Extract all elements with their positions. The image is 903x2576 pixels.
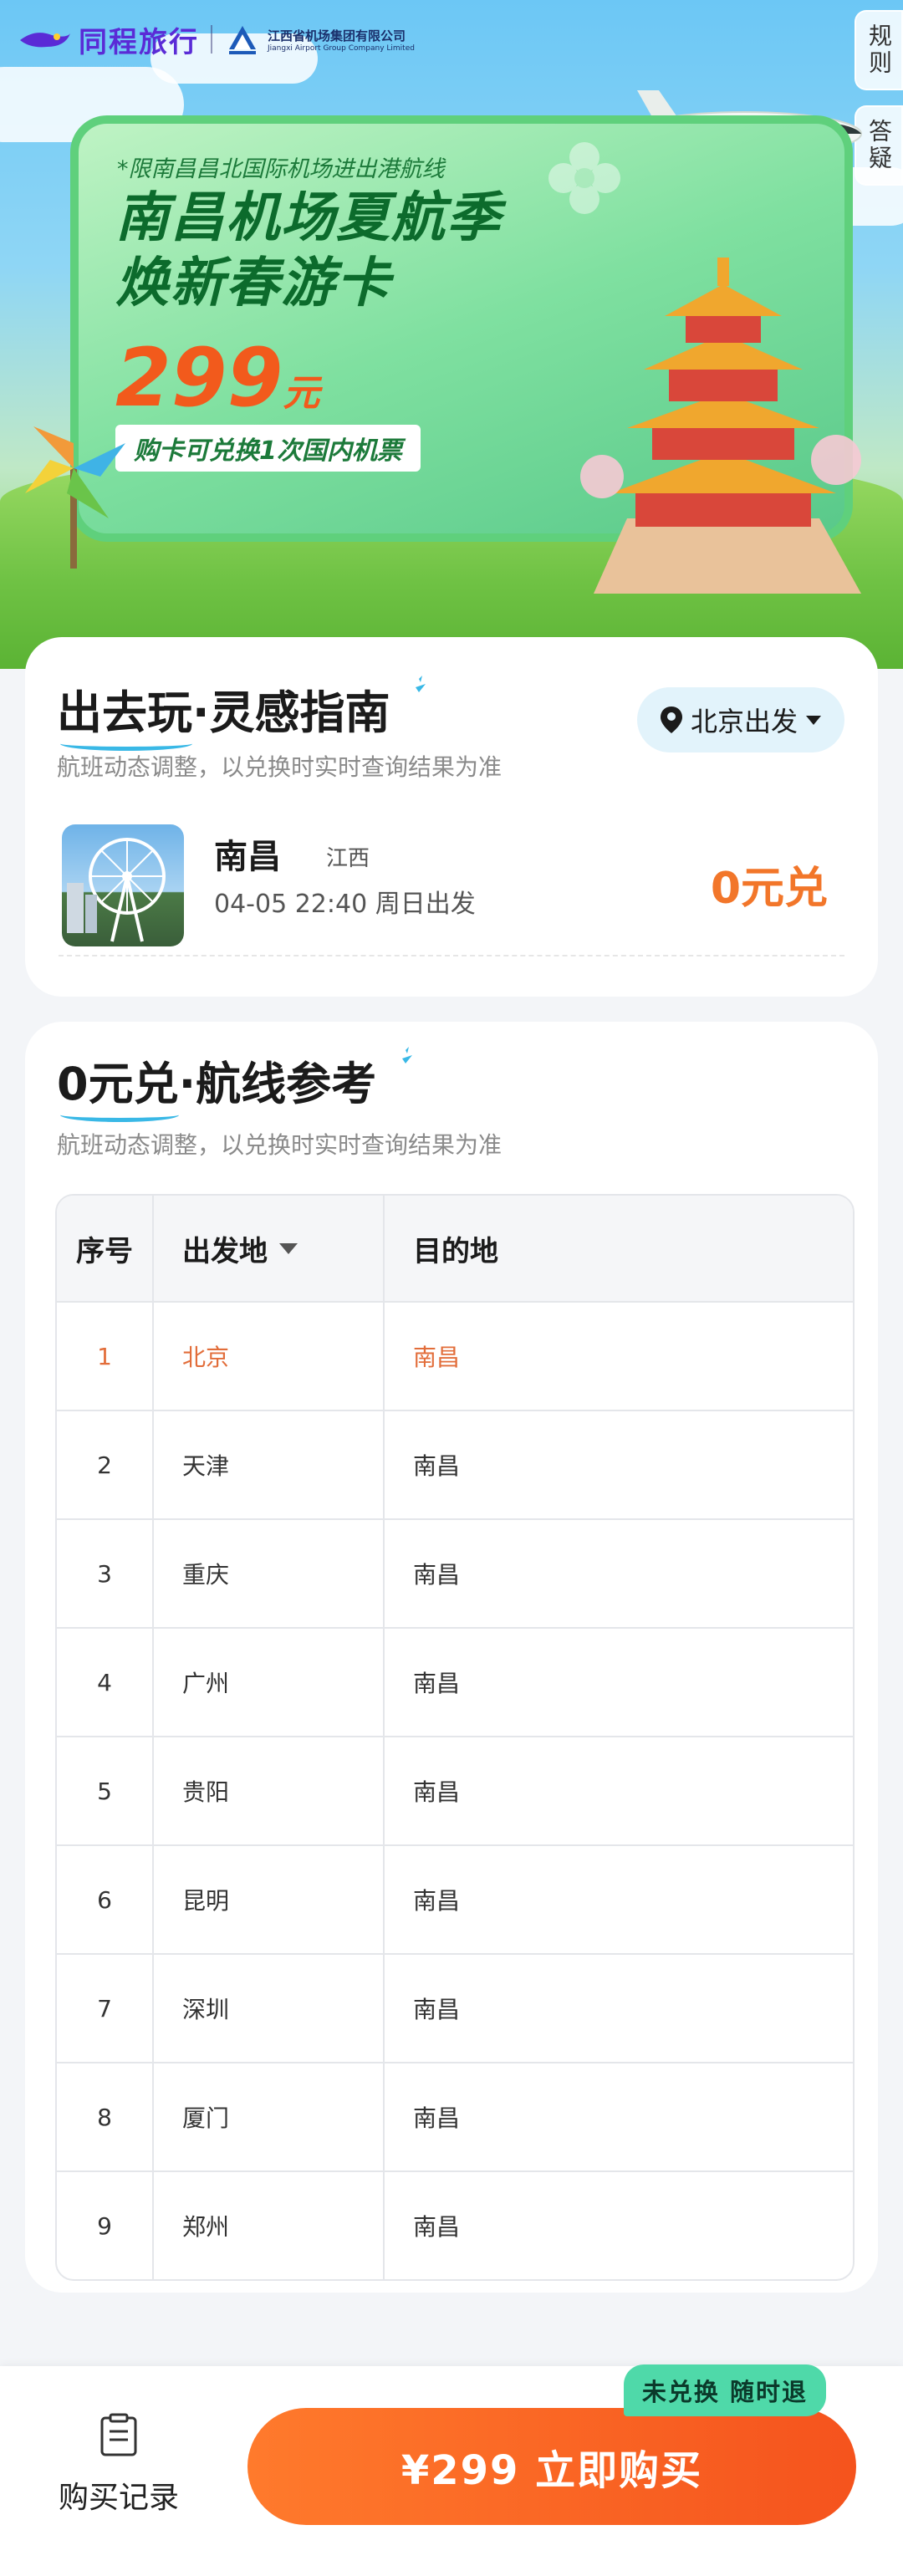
row-to: 南昌	[383, 1629, 853, 1736]
flower-decoration-icon	[548, 142, 620, 214]
row-index: 4	[97, 1668, 112, 1696]
route-item[interactable]: 南昌 江西 04-05 22:40 周日出发 0元兑	[59, 814, 844, 956]
row-from: 深圳	[152, 1955, 383, 2062]
promo-price: 299元	[115, 331, 319, 425]
row-index: 3	[97, 1559, 112, 1588]
row-index: 8	[97, 2103, 112, 2131]
location-pin-icon	[660, 706, 682, 733]
route-city: 南昌	[214, 838, 281, 876]
row-to: 南昌	[383, 1520, 853, 1627]
sparkle-icon	[401, 1047, 412, 1064]
pinwheel-icon	[25, 426, 125, 569]
route-departure-time: 04-05 22:40 周日出发	[214, 890, 476, 919]
row-to: 南昌	[383, 1955, 853, 2062]
routes-title: 0元兑·航线参考	[57, 1047, 419, 1113]
promo-note: *限南昌昌北国际机场进出港航线	[117, 156, 445, 182]
purchase-history-label: 购买记录	[58, 2481, 179, 2515]
row-from: 厦门	[152, 2063, 383, 2170]
depart-city-label: 北京出发	[690, 706, 798, 737]
row-from: 重庆	[152, 1520, 383, 1627]
col-from-header[interactable]: 出发地	[152, 1196, 383, 1301]
table-row[interactable]: 1 北京 南昌	[57, 1301, 853, 1410]
promo-price-unit: 元	[283, 372, 320, 415]
guide-card: 出去玩·灵感指南 航班动态调整，以兑换时实时查询结果为准 北京出发 南昌 江西 …	[25, 637, 878, 997]
guide-title-rest: ·灵感指南	[192, 686, 390, 739]
promo-title: 南昌机场夏航季 焕新春游卡	[115, 186, 502, 316]
row-index: 5	[97, 1777, 112, 1805]
ferris-wheel-icon	[67, 838, 166, 942]
row-from: 天津	[152, 1411, 383, 1518]
depart-city-selector[interactable]: 北京出发	[636, 687, 844, 752]
route-price: 0元兑	[710, 864, 828, 914]
table-row[interactable]: 5 贵阳 南昌	[57, 1736, 853, 1844]
promo-description: 购卡可兑换1次国内机票	[115, 425, 421, 472]
row-index: 6	[97, 1885, 112, 1914]
guide-title: 出去玩·灵感指南	[57, 676, 432, 742]
hero-banner[interactable]: 同程旅行 江西省机场集团有限公司 Jiangxi Airport Group C…	[0, 0, 903, 669]
promo-title-line1: 南昌机场夏航季	[115, 187, 502, 249]
refund-badge: 未兑换 随时退	[623, 2364, 826, 2416]
row-from: 北京	[152, 1303, 383, 1410]
buy-now-button[interactable]: ¥299 立即购买 未兑换 随时退	[247, 2364, 856, 2525]
row-index: 2	[97, 1451, 112, 1479]
row-to: 南昌	[383, 1303, 853, 1410]
row-from: 广州	[152, 1629, 383, 1736]
row-to: 南昌	[383, 2063, 853, 2170]
routes-title-rest: ·航线参考	[178, 1058, 377, 1110]
sparkle-icon	[416, 676, 426, 692]
promo-price-value: 299	[115, 331, 283, 425]
partner-logo: 江西省机场集团有限公司 Jiangxi Airport Group Compan…	[224, 21, 415, 58]
table-row[interactable]: 9 郑州 南昌	[57, 2170, 853, 2279]
airport-group-emblem-icon	[229, 26, 256, 54]
row-from: 郑州	[152, 2172, 383, 2279]
row-to: 南昌	[383, 1846, 853, 1953]
sort-down-icon	[279, 1242, 298, 1254]
partner-name-en: Jiangxi Airport Group Company Limited	[268, 43, 415, 53]
promo-title-line2: 焕新春游卡	[115, 252, 391, 314]
brand-name: 同程旅行	[79, 25, 199, 59]
table-row[interactable]: 6 昆明 南昌	[57, 1844, 853, 1953]
routes-subtitle: 航班动态调整，以兑换时实时查询结果为准	[57, 1131, 503, 1159]
table-header: 序号 出发地 目的地	[57, 1196, 853, 1301]
brand-divider	[211, 25, 212, 54]
col-index-header: 序号	[76, 1234, 133, 1268]
table-row[interactable]: 3 重庆 南昌	[57, 1518, 853, 1627]
routes-card: 0元兑·航线参考 航班动态调整，以兑换时实时查询结果为准 序号 出发地 目的地 …	[25, 1022, 878, 2293]
row-index: 9	[97, 2211, 112, 2240]
bottom-action-bar: 购买记录 ¥299 立即购买 未兑换 随时退	[0, 2364, 903, 2576]
row-from: 昆明	[152, 1846, 383, 1953]
row-to: 南昌	[383, 2172, 853, 2279]
partner-name-cn: 江西省机场集团有限公司	[268, 28, 406, 43]
brand-mark-icon	[20, 33, 70, 48]
pavilion-illustration-icon	[580, 258, 861, 594]
table-row[interactable]: 4 广州 南昌	[57, 1627, 853, 1736]
routes-title-highlight: 0元兑	[57, 1058, 179, 1110]
col-to-header: 目的地	[383, 1196, 853, 1301]
col-from-label: 出发地	[182, 1234, 268, 1268]
guide-title-highlight: 出去玩	[57, 686, 192, 739]
row-from: 贵阳	[152, 1737, 383, 1844]
row-index: 1	[97, 1342, 112, 1370]
buy-now-label: ¥299 立即购买	[400, 2447, 703, 2494]
chevron-down-icon	[806, 715, 821, 725]
city-thumbnail	[62, 824, 184, 946]
rules-tab[interactable]: 规则	[855, 10, 903, 90]
routes-table: 序号 出发地 目的地 1 北京 南昌 2 天津 南昌 3 重庆 南昌 4 广州 …	[55, 1194, 855, 2281]
table-row[interactable]: 8 厦门 南昌	[57, 2062, 853, 2170]
receipt-icon	[100, 2413, 137, 2456]
route-province: 江西	[326, 846, 370, 871]
table-row[interactable]: 7 深圳 南昌	[57, 1953, 853, 2062]
row-to: 南昌	[383, 1411, 853, 1518]
brand-bar: 同程旅行 江西省机场集团有限公司 Jiangxi Airport Group C…	[18, 18, 415, 60]
guide-subtitle: 航班动态调整，以兑换时实时查询结果为准	[57, 753, 503, 781]
row-to: 南昌	[383, 1737, 853, 1844]
table-row[interactable]: 2 天津 南昌	[57, 1410, 853, 1518]
row-index: 7	[97, 1994, 112, 2023]
purchase-history-button[interactable]: 购买记录	[43, 2413, 194, 2517]
tongcheng-logo: 同程旅行	[18, 19, 199, 60]
